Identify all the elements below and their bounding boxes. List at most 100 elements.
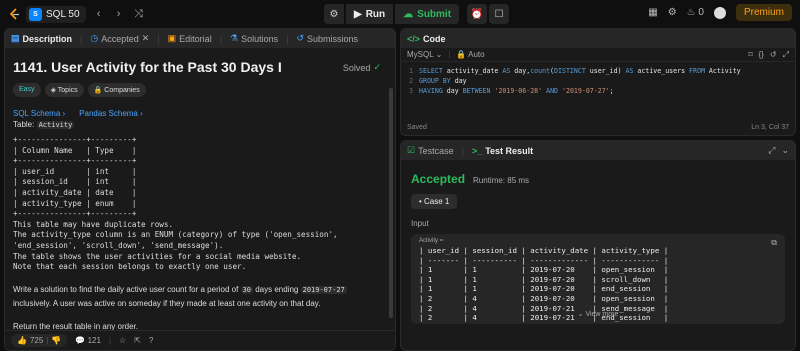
code-editor[interactable]: 1 SELECT activity_date AS day,count(DISTI… [401, 62, 795, 96]
flask-icon: ⚗ [230, 33, 239, 43]
case-1-tab[interactable]: • Case 1 [411, 194, 458, 209]
input-box: Activity = ⧉ | user_id | session_id | ac… [411, 234, 785, 324]
book-icon: ▣ [167, 33, 177, 43]
tab-accepted[interactable]: ◷ Accepted ✕ [90, 33, 149, 44]
description-scrollbar[interactable] [389, 88, 393, 318]
sql50-badge-icon: S [29, 7, 42, 21]
premium-button[interactable]: Premium [735, 4, 792, 21]
mode-label: Auto [468, 50, 485, 59]
copy-icon[interactable]: ⧉ [771, 238, 777, 248]
problem-list-button[interactable]: S SQL 50 [26, 5, 86, 23]
lock-icon: 🔒 [456, 50, 467, 59]
result-body: Accepted Runtime: 85 ms • Case 1 Input A… [401, 160, 795, 332]
left-tab-bar: ▤ Description | ◷ Accepted ✕ | ▣ Editorial |… [5, 29, 395, 48]
debug-icon[interactable]: ⚙ [324, 4, 344, 24]
topics-tag[interactable]: ◈ Topics [44, 83, 84, 97]
format-code-icon[interactable]: {} [759, 50, 764, 60]
pandas-schema-link[interactable]: Pandas Schema › [79, 109, 143, 118]
share-icon[interactable]: ⇱ [134, 336, 141, 345]
check-circle-icon: ✓ [373, 62, 381, 72]
companies-tag[interactable]: 🔒 Companies [87, 83, 146, 97]
difficulty-badge: Easy [13, 83, 41, 97]
topics-label: Topics [57, 87, 78, 94]
desc-days: 30 [240, 285, 253, 294]
description-footer: 👍 725 | 👎 💬 121 | ☆ ⇱ ? [5, 330, 395, 350]
layout-icon[interactable]: ▦ [648, 7, 657, 18]
result-status-row: Accepted Runtime: 85 ms [411, 172, 785, 186]
tab-testcase[interactable]: ☑ Testcase [407, 145, 454, 156]
run-button[interactable]: ▶ Run [346, 4, 394, 24]
maximize-icon[interactable]: ⤢ [768, 145, 775, 156]
expand-icon[interactable]: ⤢ [783, 50, 789, 60]
cloud-upload-icon: ☁ [403, 8, 414, 20]
checkbox-icon: ☑ [407, 145, 416, 155]
problem-list-label: SQL 50 [46, 8, 80, 20]
code-line: 2 GROUP BY day [409, 77, 467, 85]
timer-icon[interactable]: ⏰ [467, 4, 488, 24]
page-title: 1141. User Activity for the Past 30 Days… [13, 59, 282, 75]
auto-mode-toggle[interactable]: 🔒 Auto [456, 50, 484, 59]
tab-editorial[interactable]: ▣ Editorial [168, 33, 212, 44]
submit-button[interactable]: ☁ Submit [395, 4, 460, 24]
next-problem-icon[interactable]: › [112, 8, 126, 20]
companies-label: Companies [104, 87, 140, 94]
case-label: Case 1 [424, 197, 450, 206]
description-icon: ▤ [11, 33, 20, 43]
desc-part-2: days ending [255, 284, 299, 294]
thumbs-down-icon[interactable]: 👎 [51, 336, 61, 345]
tab-description[interactable]: ▤ Description [11, 33, 72, 44]
view-more-link[interactable]: ⌄ View more [411, 310, 785, 318]
result-panel: ☑ Testcase | >_ Test Result ⤢ ⌄ Accepted R… [400, 140, 796, 351]
comments-button[interactable]: 💬 121 [75, 336, 101, 345]
code-line: 3 HAVING day BETWEEN '2019-06-28' AND '20… [409, 87, 614, 95]
sql-schema-label: SQL Schema [13, 109, 61, 118]
history-icon: ↺ [296, 33, 305, 43]
run-label: Run [365, 8, 386, 20]
tab-accepted-label: Accepted [101, 33, 139, 44]
code-panel: </> Code MySQL ⌄ | 🔒 Auto ⌑ {} ↺ ⤢ 1 SELEC… [400, 28, 796, 136]
clock-icon: ◷ [90, 33, 99, 43]
runtime-label: Runtime: 85 ms [473, 176, 530, 185]
pandas-schema-label: Pandas Schema [79, 109, 138, 118]
code-header-label: Code [423, 33, 446, 44]
code-status-bar: Saved Ln 3, Col 37 [407, 124, 789, 131]
solved-label: Solved [342, 62, 371, 73]
lock-icon: 🔒 [93, 87, 103, 94]
tab-description-label: Description [22, 33, 73, 44]
notes-icon[interactable]: ☐ [489, 4, 510, 24]
close-tab-icon[interactable]: ✕ [142, 33, 150, 44]
like-button[interactable]: 👍 725 | 👎 [11, 334, 68, 347]
input-label: Input [411, 219, 429, 228]
tab-editorial-label: Editorial [179, 33, 212, 44]
chevron-down-icon: ⌄ [577, 311, 584, 318]
description-panel: ▤ Description | ◷ Accepted ✕ | ▣ Editorial |… [4, 28, 396, 351]
sql-schema-link[interactable]: SQL Schema › [13, 109, 65, 118]
table-label: Table: [13, 120, 35, 129]
collapse-icon[interactable]: ⌄ [781, 145, 789, 156]
tab-test-result[interactable]: >_ Test Result [472, 146, 533, 156]
reset-icon[interactable]: ↺ [770, 50, 777, 60]
settings-icon[interactable]: ⚙ [668, 7, 677, 18]
tab-testcase-label: Testcase [418, 145, 454, 156]
language-select[interactable]: MySQL ⌄ [407, 50, 442, 59]
desc-part-4: Return the result table in any order. [13, 321, 138, 330]
bookmark-icon[interactable]: ⌑ [748, 50, 752, 60]
streak-counter[interactable]: ♨ 0 [687, 7, 704, 18]
like-count: 725 [29, 336, 44, 345]
leetcode-logo-icon[interactable] [8, 7, 20, 21]
input-table-label: Activity = [419, 238, 444, 244]
terminal-icon: >_ [471, 145, 483, 156]
code-toolbar: MySQL ⌄ | 🔒 Auto ⌑ {} ↺ ⤢ [401, 48, 795, 62]
cursor-position: Ln 3, Col 37 [751, 124, 789, 131]
tab-test-result-label: Test Result [485, 145, 534, 156]
tab-solutions[interactable]: ⚗ Solutions [230, 33, 278, 44]
prev-problem-icon[interactable]: ‹ [92, 8, 106, 20]
tab-code[interactable]: </> Code [407, 34, 446, 44]
code-brackets-icon: </> [407, 33, 421, 44]
table-name: Activity [36, 121, 75, 129]
avatar[interactable] [713, 6, 726, 19]
tab-submissions[interactable]: ↺ Submissions [296, 33, 358, 44]
help-icon[interactable]: ? [149, 336, 153, 345]
favorite-icon[interactable]: ☆ [119, 336, 126, 345]
shuffle-icon[interactable]: ⤨ [132, 8, 146, 21]
